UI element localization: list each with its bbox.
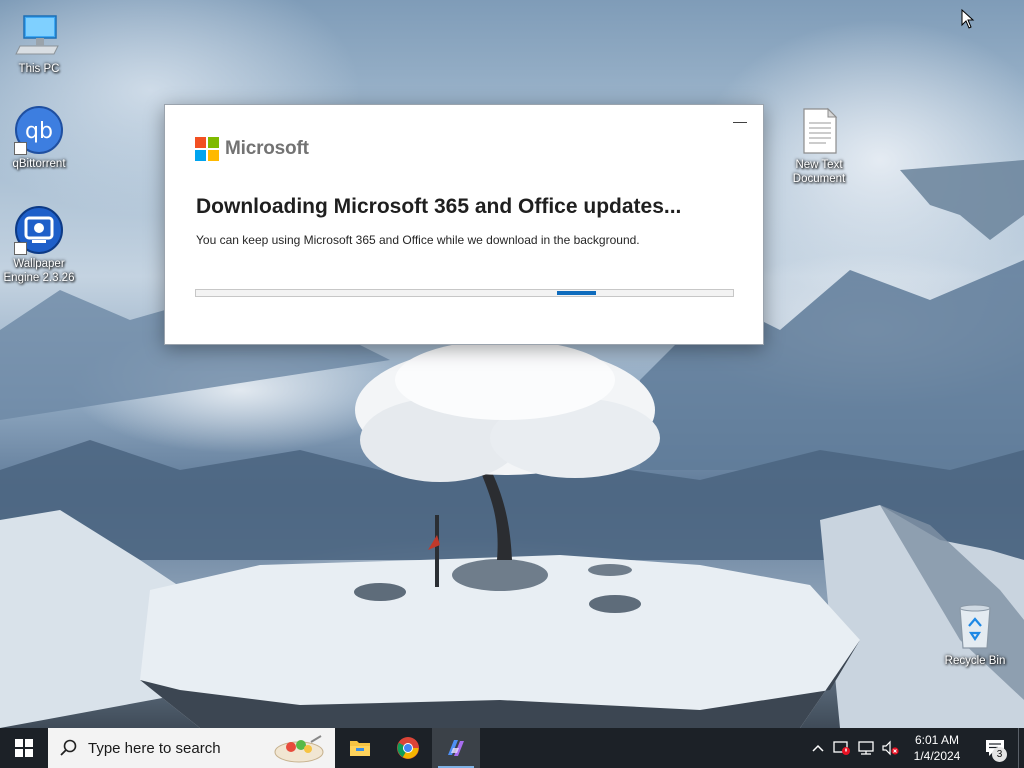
chrome-icon	[397, 737, 419, 759]
text-document-icon	[794, 106, 844, 156]
show-hidden-icons-button[interactable]	[806, 728, 830, 768]
recycle-bin-icon	[950, 602, 1000, 652]
minimize-button[interactable]: —	[717, 105, 763, 137]
dialog-subtitle: You can keep using Microsoft 365 and Off…	[196, 233, 640, 247]
taskbar-search-box[interactable]: Type here to search	[48, 728, 335, 768]
clock-time: 6:01 AM	[914, 733, 960, 747]
taskbar-app-file-explorer[interactable]	[336, 728, 384, 768]
qbittorrent-icon: qb	[14, 105, 64, 155]
search-icon	[60, 739, 77, 756]
desktop-icon-label: Recycle Bin	[944, 655, 1006, 667]
clock-date: 1/4/2024	[913, 749, 961, 763]
volume-muted-icon	[882, 740, 899, 756]
desktop-icon-label: This PC	[18, 63, 60, 75]
desktop-icon-recycle-bin[interactable]: Recycle Bin	[936, 602, 1014, 668]
mouse-cursor-icon	[961, 9, 975, 29]
office-update-dialog: — Microsoft Downloading Microsoft 365 an…	[164, 104, 764, 345]
tray-volume-button[interactable]	[878, 728, 902, 768]
download-progress-bar	[195, 289, 734, 297]
microsoft-logo: Microsoft	[195, 137, 309, 161]
taskbar: Type here to search 6:01 AM 1/4/2024 3	[0, 728, 1024, 768]
network-icon	[858, 741, 874, 755]
notification-count-badge: 3	[992, 747, 1007, 762]
minimize-icon: —	[733, 113, 747, 129]
copilot-icon	[448, 740, 464, 756]
file-explorer-icon	[350, 741, 370, 756]
start-button[interactable]	[0, 728, 48, 768]
chevron-up-icon	[812, 744, 824, 752]
desktop-icon-new-text-document[interactable]: New Text Document	[780, 106, 858, 186]
desktop-icon-this-pc[interactable]: This PC	[0, 10, 78, 76]
search-placeholder: Type here to search	[88, 739, 221, 757]
system-tray: 6:01 AM 1/4/2024 3	[806, 728, 1024, 768]
brand-name: Microsoft	[225, 138, 309, 159]
svg-text:qb: qb	[25, 119, 53, 144]
tray-network-button[interactable]	[854, 728, 878, 768]
action-center-button[interactable]: 3	[972, 728, 1018, 768]
dialog-title: Downloading Microsoft 365 and Office upd…	[196, 195, 682, 218]
microsoft-logo-icon	[195, 137, 219, 161]
progress-indicator	[557, 291, 596, 295]
taskbar-clock[interactable]: 6:01 AM 1/4/2024	[902, 728, 972, 768]
desktop-icon-label: Wallpaper Engine 2.3.26	[3, 258, 75, 284]
desktop-icon-label: qBittorrent	[12, 158, 66, 170]
tray-security-button[interactable]	[830, 728, 854, 768]
show-desktop-button[interactable]	[1018, 728, 1024, 768]
shortcut-arrow-icon	[14, 142, 27, 155]
search-highlight-icon	[274, 735, 324, 763]
wallpaper-engine-icon	[14, 205, 64, 255]
taskbar-app-copilot[interactable]	[432, 728, 480, 768]
security-warning-icon	[833, 741, 850, 755]
shortcut-arrow-icon	[14, 242, 27, 255]
desktop-icon-wallpaper-engine[interactable]: Wallpaper Engine 2.3.26	[0, 205, 78, 285]
desktop-icon-label: New Text Document	[792, 159, 846, 185]
desktop-icon-qbittorrent[interactable]: qb qBittorrent	[0, 105, 78, 171]
windows-logo-icon	[15, 739, 33, 757]
taskbar-app-chrome[interactable]	[384, 728, 432, 768]
computer-icon	[14, 10, 64, 60]
